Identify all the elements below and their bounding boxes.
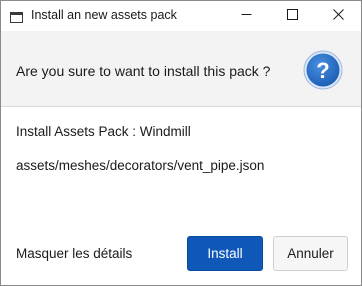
dialog-header: Are you sure to want to install this pac… xyxy=(1,31,361,107)
minimize-button[interactable] xyxy=(223,1,269,31)
title-bar[interactable]: Install an new assets pack xyxy=(1,1,361,31)
maximize-button[interactable] xyxy=(269,1,315,31)
maximize-icon xyxy=(286,7,298,25)
install-dialog-window: Install an new assets pack Are you sure … xyxy=(0,0,362,286)
cancel-button[interactable]: Annuler xyxy=(273,236,348,271)
file-path-text: assets/meshes/decorators/vent_pipe.json xyxy=(16,158,265,173)
close-button[interactable] xyxy=(315,1,361,31)
confirmation-question: Are you sure to want to install this pac… xyxy=(16,63,271,79)
install-button[interactable]: Install xyxy=(187,236,263,271)
minimize-icon xyxy=(241,7,252,25)
svg-text:?: ? xyxy=(316,58,329,83)
window-app-icon xyxy=(10,10,23,23)
window-title: Install an new assets pack xyxy=(31,8,177,22)
close-icon xyxy=(332,7,344,25)
question-icon: ? xyxy=(303,50,343,90)
pack-name-text: Install Assets Pack : Windmill xyxy=(16,124,191,139)
hide-details-toggle[interactable]: Masquer les détails xyxy=(16,246,132,261)
